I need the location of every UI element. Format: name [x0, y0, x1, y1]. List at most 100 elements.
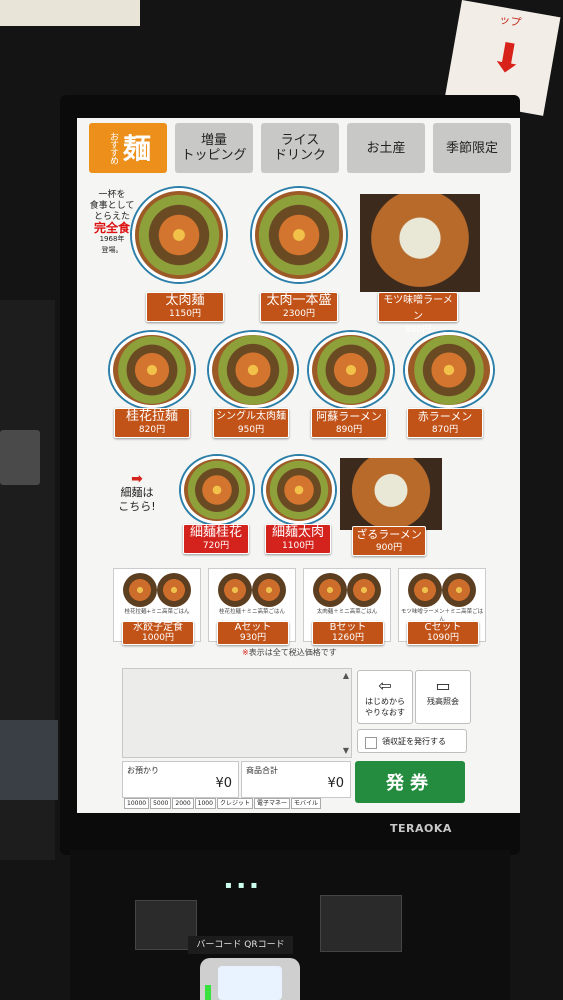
set-images: [119, 573, 195, 607]
reset-label: はじめから やりなおす: [365, 697, 405, 717]
balance-button[interactable]: ▭ 残高照会: [415, 670, 471, 724]
set-label: Bセット 1260円: [312, 621, 384, 645]
ramen-image: [181, 456, 253, 524]
receipt-button[interactable]: 領収証を発行する: [357, 729, 467, 753]
ramen-image: [405, 332, 493, 408]
brand-logo: TERAOKA: [390, 822, 452, 835]
set-item-suigyoza[interactable]: 桂花拉麺+ミニ高菜ごはん 水餃子定食 1000円: [113, 568, 201, 645]
subtotal-caption: 商品合計: [246, 766, 278, 775]
tax-note-text: 表示は全て税込価格です: [248, 648, 337, 657]
menu-label: シングル太肉麺 950円: [213, 408, 289, 438]
set-price: 1260円: [332, 633, 364, 643]
order-list[interactable]: ▲ ▼: [122, 668, 352, 758]
tab-label: 増量 トッピング: [181, 133, 247, 163]
menu-label: 細麺太肉 1100円: [265, 524, 331, 554]
wall-card: [0, 0, 140, 26]
balance-label: 残高照会: [427, 697, 459, 706]
tab-extra-topping[interactable]: 増量 トッピング: [175, 123, 253, 173]
tab-label: お土産: [366, 140, 406, 156]
back-arrow-icon: ⇦: [378, 676, 392, 695]
kiosk-screen: おすすめ 麺 増量 トッピング ライス ドリンク お土産 季節限定 一杯を 食事…: [77, 118, 520, 813]
payment-credit: クレジット: [216, 798, 253, 809]
menu-name: 太肉麺: [165, 293, 205, 308]
set-images: [404, 573, 480, 607]
menu-price: 890円: [335, 425, 363, 435]
tab-recommended[interactable]: おすすめ 麺: [89, 123, 167, 173]
ramen-image: [309, 332, 393, 408]
subtotal-display: 商品合計 ¥0: [241, 761, 351, 798]
arrow-right-icon: ➡: [131, 471, 143, 487]
menu-label: 太肉一本盛 2300円: [260, 292, 338, 322]
thin-noodle-text: 細麺は こちら!: [118, 486, 156, 513]
menu-price: 900円: [375, 543, 403, 553]
ramen-image: [209, 332, 297, 408]
set-item-b[interactable]: 太肉麺＋ミニ高菜ごはん Bセット 1260円: [303, 568, 391, 645]
menu-label: ざるラーメン 900円: [352, 526, 426, 556]
scanner-label: バーコード QRコード: [188, 936, 293, 954]
set-desc: 桂花拉麺+ミニ高菜ごはん: [124, 609, 190, 615]
tab-label: 季節限定: [445, 140, 498, 156]
scroll-up-icon[interactable]: ▲: [343, 671, 349, 680]
tax-note-mark: ※: [242, 648, 249, 657]
promo-year: 1968年: [99, 235, 125, 243]
scanner-glass: [218, 966, 282, 1000]
menu-name: 細麺桂花: [189, 525, 242, 540]
tab-seasonal[interactable]: 季節限定: [433, 123, 511, 173]
ramen-image: [110, 332, 194, 408]
bill-slot[interactable]: [320, 895, 402, 952]
indicator-lights: ▪▪▪: [225, 880, 264, 891]
deposit-caption: お預かり: [127, 766, 159, 775]
tab-rice-drink[interactable]: ライス ドリンク: [261, 123, 339, 173]
menu-name: 赤ラーメン: [417, 410, 473, 423]
menu-name: モツ味噌ラーメン: [383, 295, 453, 322]
menu-label: 細麺桂花 720円: [183, 524, 249, 554]
menu-price: 820円: [138, 425, 166, 435]
set-price: 930円: [239, 633, 267, 643]
payment-1000: 1000: [194, 798, 216, 809]
menu-price: 1150円: [169, 309, 201, 319]
set-item-a[interactable]: 桂花拉麺＋ミニ高菜ごはん Aセット 930円: [208, 568, 296, 645]
menu-label: モツ味噌ラーメン 980円: [378, 292, 458, 335]
set-name: Cセット: [424, 622, 462, 633]
tab-souvenir[interactable]: お土産: [347, 123, 425, 173]
menu-name: ざるラーメン: [356, 528, 422, 541]
menu-name: 桂花拉麺: [125, 409, 178, 424]
promo-highlight: 完全食: [93, 221, 130, 235]
deposit-value: ¥0: [215, 776, 232, 791]
menu-name: シングル太肉麺: [216, 411, 286, 422]
set-images: [309, 573, 385, 607]
payment-mobile: モバイル: [290, 798, 321, 809]
set-label: Cセット 1090円: [407, 621, 479, 645]
set-item-c[interactable]: モツ味噌ラーメン＋ミニ高菜ごはん Cセット 1090円: [398, 568, 486, 645]
barcode-scanner[interactable]: [200, 958, 300, 1000]
payment-emoney: 電子マネー: [253, 798, 290, 809]
menu-label: 赤ラーメン 870円: [407, 408, 483, 438]
ramen-image: [340, 458, 442, 530]
menu-price: 950円: [237, 425, 265, 435]
deposit-display: お預かり ¥0: [122, 761, 239, 798]
subtotal-value: ¥0: [327, 776, 344, 791]
set-images: [214, 573, 290, 607]
ramen-image: [252, 188, 346, 282]
menu-price: 720円: [202, 541, 230, 551]
set-price: 1000円: [142, 633, 174, 643]
menu-name: 細麺太肉: [271, 525, 324, 540]
issue-ticket-button[interactable]: 発券: [355, 761, 465, 803]
tax-note: ※表示は全て税込価格です: [242, 647, 337, 658]
receipt-checkbox[interactable]: [365, 737, 377, 749]
menu-label: 太肉麺 1150円: [146, 292, 224, 322]
set-name: Aセット: [234, 622, 272, 633]
scroll-down-icon[interactable]: ▼: [343, 746, 349, 755]
ramen-image: [132, 188, 226, 282]
payment-10000: 10000: [124, 798, 150, 809]
promo-line: 一杯を: [98, 190, 126, 200]
reset-button[interactable]: ⇦ はじめから やりなおす: [357, 670, 413, 724]
set-desc: 太肉麺＋ミニ高菜ごはん: [316, 609, 378, 615]
set-name: Bセット: [329, 622, 367, 633]
left-panel-label: [0, 720, 58, 800]
sign-text: ップ: [498, 12, 523, 30]
payment-2000: 2000: [172, 798, 194, 809]
tab-recommended-main: 麺: [122, 131, 151, 165]
menu-price: 2300円: [283, 309, 315, 319]
card-icon: ▭: [435, 676, 451, 695]
